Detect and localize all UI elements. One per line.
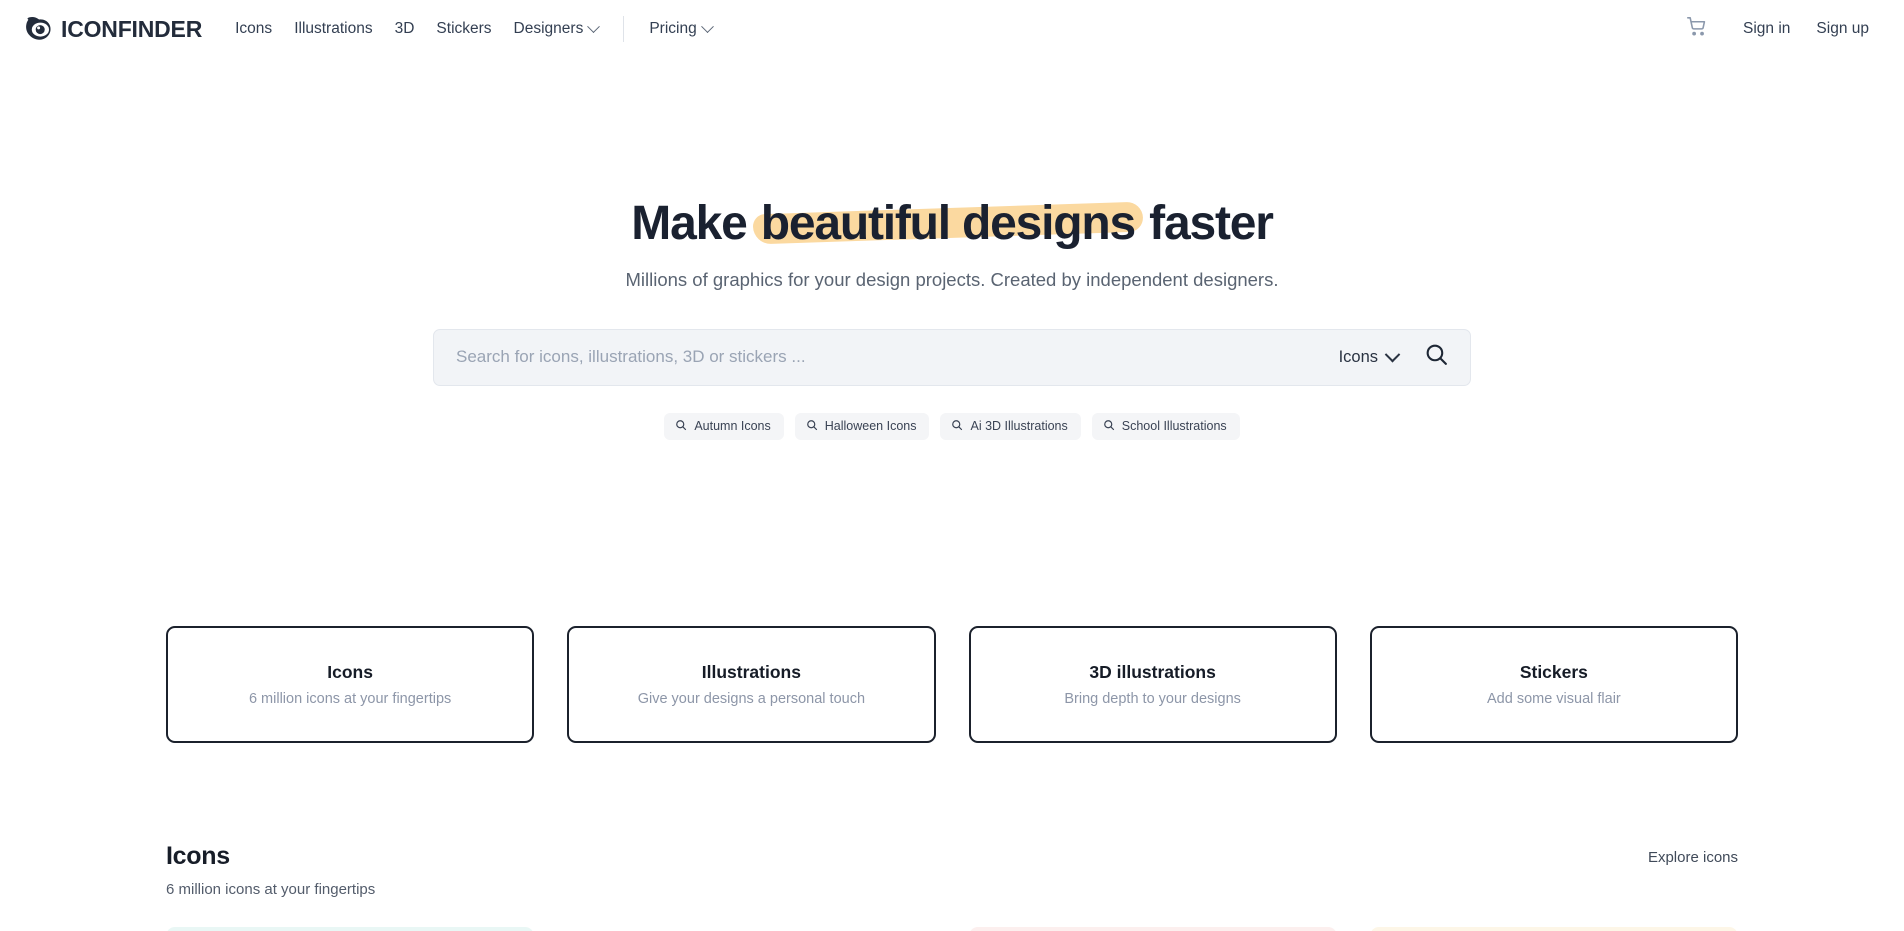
icon-set-card-font-awesome-regular[interactable]: Font Awesome Regular: [1369, 926, 1738, 931]
nav-item-designers[interactable]: Designers: [503, 14, 610, 44]
page-title: Make beautiful designs faster: [631, 197, 1274, 251]
logo-wordmark: ICONFINDER: [61, 15, 203, 42]
category-title: 3D illustrations: [1089, 661, 1216, 682]
icon-set-card-feather[interactable]: Feather: [166, 926, 535, 931]
chip-label: Ai 3D Illustrations: [970, 419, 1068, 434]
iconfinder-eye-logo-icon: [24, 15, 54, 43]
search-type-label: Icons: [1338, 347, 1378, 366]
hero-title-prefix: Make: [631, 197, 759, 250]
nav-item-stickers[interactable]: Stickers: [425, 14, 502, 44]
category-title: Illustrations: [701, 661, 801, 682]
chip-ai-3d-illustrations[interactable]: Ai 3D Illustrations: [940, 412, 1081, 440]
hero-title-suffix: faster: [1137, 197, 1274, 250]
category-cards: Icons 6 million icons at your fingertips…: [166, 625, 1738, 743]
search-icon: [1424, 342, 1449, 372]
search-input[interactable]: [456, 329, 1329, 385]
hero-subtitle: Millions of graphics for your design pro…: [625, 268, 1279, 290]
search-type-dropdown[interactable]: Icons: [1329, 341, 1410, 374]
icon-set-cards: Feather Leto The World in Pastel Font Aw…: [166, 926, 1738, 931]
chip-halloween-icons[interactable]: Halloween Icons: [794, 412, 930, 440]
category-card-stickers[interactable]: Stickers Add some visual flair: [1369, 625, 1738, 743]
nav-item-icons[interactable]: Icons: [224, 14, 283, 44]
hero-section: Make beautiful designs faster Millions o…: [0, 58, 1904, 440]
hero-title-highlight-wrap: beautiful designs: [752, 197, 1144, 251]
sign-in-link[interactable]: Sign in: [1730, 14, 1803, 44]
category-subtitle: Add some visual flair: [1486, 690, 1621, 707]
nav-label: Illustrations: [294, 20, 373, 37]
site-logo[interactable]: ICONFINDER: [24, 15, 202, 43]
search-icon: [675, 419, 687, 434]
suggested-searches: Autumn Icons Halloween Icons Ai 3D Illus…: [0, 412, 1904, 440]
header-actions: Sign in Sign up: [1677, 11, 1882, 47]
cart-button[interactable]: [1677, 11, 1716, 47]
search-submit-button[interactable]: [1416, 336, 1453, 378]
nav-label: Designers: [513, 20, 584, 37]
category-title: Icons: [327, 661, 373, 682]
chevron-down-icon: [700, 19, 714, 33]
nav-item-illustrations[interactable]: Illustrations: [283, 14, 383, 44]
nav-item-3d[interactable]: 3D: [384, 14, 426, 44]
site-header: ICONFINDER Icons Illustrations 3D Sticke…: [0, 0, 1904, 58]
nav-label: Stickers: [436, 20, 492, 37]
category-subtitle: Bring depth to your designs: [1064, 690, 1241, 707]
category-card-3d-illustrations[interactable]: 3D illustrations Bring depth to your des…: [968, 625, 1337, 743]
search-icon: [1103, 419, 1115, 434]
search-icon: [951, 419, 963, 434]
shopping-cart-icon: [1687, 17, 1706, 41]
nav-label: 3D: [394, 20, 415, 37]
category-subtitle: Give your designs a personal touch: [637, 690, 866, 707]
nav-item-pricing[interactable]: Pricing: [638, 14, 722, 44]
category-card-icons[interactable]: Icons 6 million icons at your fingertips: [166, 625, 535, 743]
category-subtitle: 6 million icons at your fingertips: [248, 690, 452, 707]
chip-school-illustrations[interactable]: School Illustrations: [1091, 412, 1240, 440]
chevron-down-icon: [587, 19, 601, 33]
icon-set-card-the-world-in-pastel[interactable]: The World in Pastel: [968, 926, 1337, 931]
icons-section-header: Icons 6 million icons at your fingertips…: [166, 842, 1738, 898]
nav-divider: [623, 16, 625, 42]
nav-label: Pricing: [649, 20, 697, 37]
explore-icons-link[interactable]: Explore icons: [1648, 842, 1738, 866]
primary-nav: Icons Illustrations 3D Stickers Designer…: [224, 14, 723, 44]
nav-label: Icons: [235, 20, 273, 37]
icons-section-heading-group: Icons 6 million icons at your fingertips: [166, 842, 375, 898]
section-subtitle: 6 million icons at your fingertips: [166, 880, 376, 898]
chip-label: Autumn Icons: [694, 419, 771, 434]
hero-title-highlight: beautiful designs: [760, 197, 1137, 250]
chip-autumn-icons[interactable]: Autumn Icons: [664, 412, 784, 440]
category-title: Stickers: [1519, 661, 1588, 682]
chip-label: Halloween Icons: [824, 419, 917, 434]
search-icon: [806, 419, 818, 434]
chevron-down-icon: [1384, 346, 1401, 363]
search-bar[interactable]: Icons: [433, 328, 1471, 386]
category-card-illustrations[interactable]: Illustrations Give your designs a person…: [567, 625, 936, 743]
sign-up-link[interactable]: Sign up: [1803, 14, 1882, 44]
chip-label: School Illustrations: [1121, 419, 1227, 434]
section-title: Icons: [166, 841, 230, 870]
icon-set-card-leto[interactable]: Leto: [567, 926, 936, 931]
